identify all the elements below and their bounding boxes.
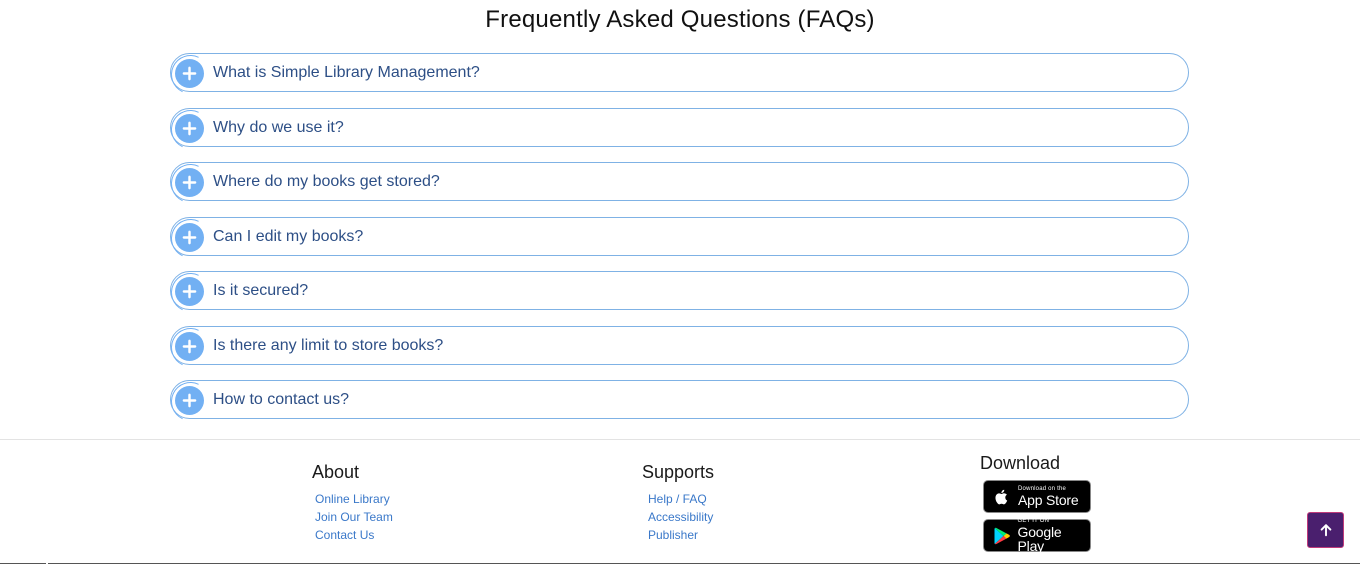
- footer-link-join-our-team[interactable]: Join Our Team: [315, 510, 393, 524]
- faq-question: Can I edit my books?: [213, 227, 364, 245]
- app-store-badge[interactable]: Download on the App Store: [983, 480, 1091, 513]
- supports-title: Supports: [642, 462, 715, 482]
- faq-item[interactable]: Is there any limit to store books?: [170, 325, 1189, 365]
- app-store-big-text: App Store: [1018, 492, 1079, 508]
- faq-item[interactable]: Why do we use it?: [170, 107, 1189, 147]
- faq-item[interactable]: Is it secured?: [170, 271, 1189, 310]
- footer-link-publisher[interactable]: Publisher: [648, 528, 698, 542]
- footer-link-help-faq[interactable]: Help / FAQ: [648, 492, 707, 506]
- download-title: Download: [980, 453, 1061, 473]
- faq-question: Is there any limit to store books?: [213, 336, 444, 354]
- faq-title: Frequently Asked Questions (FAQs): [485, 6, 875, 33]
- google-play-big-text: Google Play: [1017, 524, 1062, 554]
- faq-question: Where do my books get stored?: [213, 173, 440, 190]
- faq-item[interactable]: Where do my books get stored?: [170, 162, 1189, 201]
- google-play-icon: [991, 525, 1013, 547]
- footer: About Online Library Join Our Team Conta…: [0, 439, 1360, 564]
- faq-item[interactable]: Can I edit my books?: [170, 216, 1189, 256]
- faq-question: Is it secured?: [213, 282, 309, 299]
- plus-icon[interactable]: [175, 222, 204, 252]
- footer-link-contact-us[interactable]: Contact Us: [315, 528, 374, 542]
- faq-question: What is Simple Library Management?: [213, 64, 480, 81]
- plus-icon[interactable]: [175, 168, 204, 197]
- plus-icon[interactable]: [175, 386, 204, 415]
- faq-item[interactable]: How to contact us?: [170, 380, 1189, 419]
- arrow-up-icon: [1320, 524, 1331, 537]
- faq-item[interactable]: What is Simple Library Management?: [170, 53, 1189, 92]
- back-to-top-button[interactable]: [1307, 512, 1344, 548]
- footer-link-accessibility[interactable]: Accessibility: [648, 510, 713, 524]
- faq-question: Why do we use it?: [213, 118, 344, 136]
- footer-link-online-library[interactable]: Online Library: [315, 492, 390, 506]
- plus-icon[interactable]: [175, 331, 204, 361]
- plus-icon[interactable]: [175, 113, 204, 143]
- google-play-badge[interactable]: GET IT ON Google Play: [983, 518, 1091, 553]
- plus-icon[interactable]: [175, 277, 204, 306]
- faq-list: What is Simple Library Management? Why d…: [170, 53, 1189, 419]
- app-store-text: Download on the App Store: [1018, 486, 1079, 508]
- about-title: About: [312, 462, 360, 482]
- faq-question: How to contact us?: [213, 391, 350, 408]
- google-play-text: GET IT ON Google Play: [1018, 518, 1090, 553]
- plus-icon[interactable]: [175, 59, 204, 88]
- apple-icon: [991, 486, 1013, 508]
